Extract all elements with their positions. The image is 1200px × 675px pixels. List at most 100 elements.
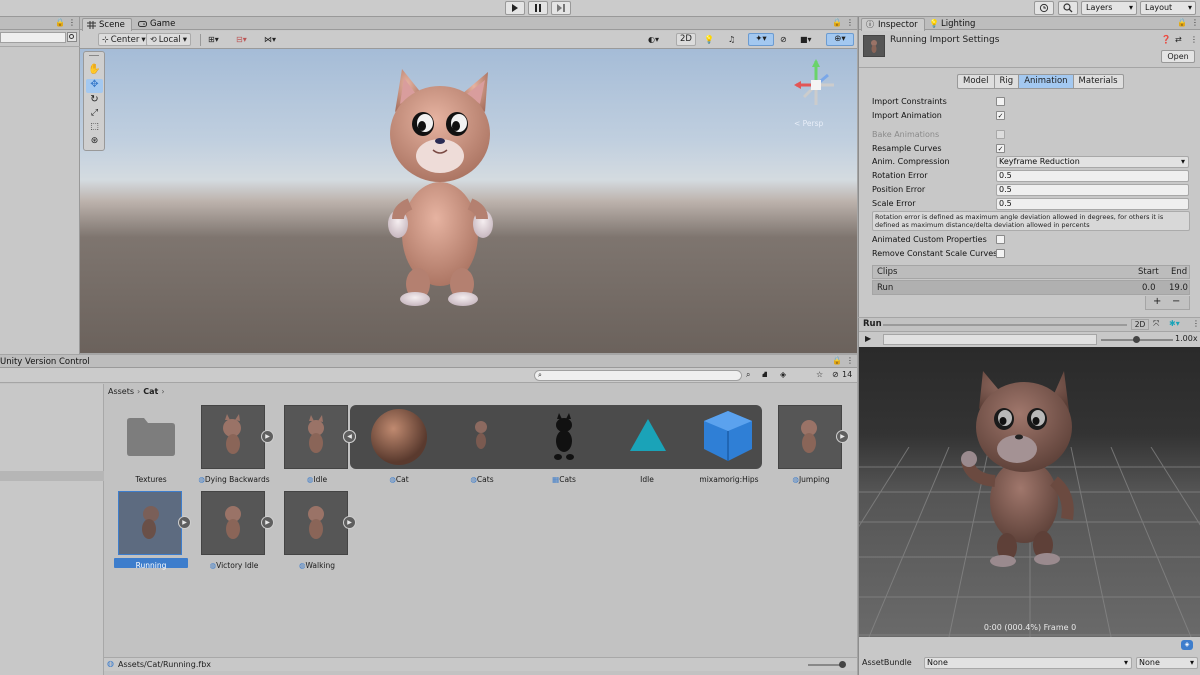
- asset-idle-clip[interactable]: Idle: [614, 405, 680, 489]
- tab-lighting[interactable]: 💡 Lighting: [925, 18, 981, 31]
- assetbundle-dropdown[interactable]: None ▾: [924, 657, 1132, 669]
- asset-mixamorig-hips[interactable]: mixamorig:Hips: [696, 405, 762, 489]
- asset-label-icon[interactable]: ◈: [1181, 640, 1193, 650]
- tag-icon[interactable]: ◈: [780, 369, 786, 381]
- anim-compression-dropdown[interactable]: Keyframe Reduction ▾: [996, 156, 1189, 168]
- preview-play-icon[interactable]: ▶: [865, 334, 871, 343]
- scene-visibility-icon[interactable]: ⊘: [780, 34, 787, 46]
- lock-icon[interactable]: 🔒: [832, 355, 842, 367]
- version-control-tab-label[interactable]: Unity Version Control: [0, 356, 90, 368]
- asset-jumping[interactable]: ▶ ◍Jumping: [778, 405, 849, 489]
- import-animation-checkbox[interactable]: ✓: [996, 111, 1005, 120]
- open-button[interactable]: Open: [1161, 50, 1195, 63]
- transform-tool-icon[interactable]: ⊛: [87, 136, 102, 150]
- subtab-rig[interactable]: Rig: [995, 75, 1020, 88]
- rotation-error-input[interactable]: 0.5: [996, 170, 1189, 182]
- asset-running[interactable]: ▶ Running: [114, 491, 191, 575]
- breadcrumb-assets[interactable]: Assets: [108, 387, 134, 396]
- hidden-packages-icon[interactable]: ⊘: [832, 369, 839, 381]
- asset-cats-avatar[interactable]: ▦Cats: [531, 405, 597, 489]
- expand-play-icon[interactable]: ▶: [343, 516, 356, 529]
- gizmos-toggle-button[interactable]: ⊕▾: [826, 33, 854, 46]
- breadcrumb-cat[interactable]: Cat: [143, 387, 158, 396]
- favorite-star-icon[interactable]: ☆: [816, 369, 823, 381]
- lock-icon[interactable]: 🔒: [832, 17, 842, 29]
- subtab-model[interactable]: Model: [958, 75, 995, 88]
- cat-character-model[interactable]: [370, 64, 510, 314]
- zoom-slider-thumb[interactable]: [839, 661, 846, 668]
- project-search-input[interactable]: ⌕: [534, 370, 742, 381]
- step-button[interactable]: [551, 1, 571, 15]
- preview-2d-button[interactable]: 2D: [1131, 319, 1149, 330]
- folder-tree[interactable]: [0, 384, 104, 675]
- space-dropdown[interactable]: ⟲ Local ▾: [146, 33, 192, 46]
- avatar-preview-icon[interactable]: ✱▾: [1169, 318, 1180, 330]
- pivot-toggle-icon[interactable]: ⤧: [1153, 318, 1159, 330]
- timeline-scrubber[interactable]: [883, 334, 1097, 345]
- search-by-type-icon[interactable]: ⌕: [746, 369, 750, 381]
- expand-play-icon[interactable]: ▶: [261, 430, 274, 443]
- more-menu-icon[interactable]: ⋮: [1191, 17, 1199, 29]
- animated-custom-checkbox[interactable]: [996, 235, 1005, 244]
- hierarchy-search-input[interactable]: [0, 32, 66, 43]
- subtab-animation[interactable]: Animation: [1019, 75, 1074, 88]
- tab-scene[interactable]: Scene: [82, 18, 132, 31]
- more-menu-icon[interactable]: ⋮: [846, 17, 854, 29]
- search-filter-icon[interactable]: [67, 32, 77, 43]
- move-tool-icon[interactable]: ✥: [86, 79, 103, 93]
- snap-increment-icon[interactable]: ⊟▾: [236, 34, 247, 46]
- import-constraints-checkbox[interactable]: [996, 97, 1005, 106]
- pivot-dropdown[interactable]: ⊹ Center ▾: [98, 33, 150, 46]
- expand-play-icon[interactable]: ▶: [836, 430, 849, 443]
- assetbundle-variant-dropdown[interactable]: None ▾: [1136, 657, 1198, 669]
- asset-dying-backwards[interactable]: ▶ ◍Dying Backwards: [198, 405, 274, 489]
- tab-game[interactable]: Game: [134, 18, 181, 31]
- asset-victory-idle[interactable]: ▶ ◍Victory Idle: [201, 491, 274, 575]
- more-menu-icon[interactable]: ⋮: [1190, 34, 1198, 46]
- scale-error-input[interactable]: 0.5: [996, 198, 1189, 210]
- camera-icon[interactable]: ■▾: [800, 34, 812, 46]
- tab-inspector[interactable]: ⓘ Inspector: [861, 18, 925, 31]
- toggle-2d-button[interactable]: 2D: [676, 33, 696, 46]
- hand-tool-icon[interactable]: ✋: [87, 64, 102, 78]
- audio-toggle-icon[interactable]: ♫: [728, 34, 735, 46]
- add-clip-button[interactable]: +: [1153, 296, 1161, 307]
- clip-row[interactable]: Run 0.0 19.0: [872, 280, 1190, 295]
- preset-icon[interactable]: ⇄: [1175, 34, 1182, 46]
- play-button[interactable]: [505, 1, 525, 15]
- remove-scale-checkbox[interactable]: [996, 249, 1005, 258]
- shading-mode-icon[interactable]: ◐▾: [648, 34, 659, 46]
- lock-icon[interactable]: 🔒: [55, 17, 65, 29]
- folder-tree-selected-row[interactable]: [0, 471, 104, 481]
- grid-snap-icon[interactable]: ⊞▾: [208, 34, 219, 46]
- subtab-materials[interactable]: Materials: [1074, 75, 1123, 88]
- search-button[interactable]: [1058, 1, 1078, 15]
- asset-idle[interactable]: ◀ ◍Idle: [284, 405, 356, 489]
- layout-dropdown[interactable]: Layout ▾: [1140, 1, 1196, 15]
- speed-slider-thumb[interactable]: [1133, 336, 1140, 343]
- lock-icon[interactable]: 🔒: [1177, 17, 1187, 29]
- scale-tool-icon[interactable]: ⤢: [87, 108, 102, 122]
- more-menu-icon[interactable]: ⋮: [846, 355, 854, 367]
- history-button[interactable]: [1034, 1, 1054, 15]
- more-menu-icon[interactable]: ⋮: [68, 17, 76, 29]
- asset-walking[interactable]: ▶ ◍Walking: [284, 491, 356, 575]
- asset-cat-material[interactable]: ◍Cat: [366, 405, 432, 489]
- expand-play-icon[interactable]: ▶: [261, 516, 274, 529]
- effects-toggle-button[interactable]: ✦▾: [748, 33, 774, 46]
- position-error-input[interactable]: 0.5: [996, 184, 1189, 196]
- lighting-toggle-icon[interactable]: 💡: [704, 34, 714, 46]
- rotate-tool-icon[interactable]: ↻: [87, 94, 102, 108]
- expand-play-icon[interactable]: ▶: [178, 516, 191, 529]
- pause-button[interactable]: [528, 1, 548, 15]
- search-by-label-icon[interactable]: ⛘: [762, 369, 768, 381]
- rect-tool-icon[interactable]: ⬚: [87, 122, 102, 136]
- help-icon[interactable]: ❓: [1161, 34, 1171, 46]
- align-icon[interactable]: ⋈▾: [264, 34, 276, 46]
- resample-curves-checkbox[interactable]: ✓: [996, 144, 1005, 153]
- scene-viewport[interactable]: ✋ ✥ ↻ ⤢ ⬚ ⊛ < Persp: [80, 49, 857, 353]
- preview-viewport[interactable]: 0:00 (000.4%) Frame 0: [859, 347, 1200, 637]
- orientation-gizmo[interactable]: < Persp: [786, 55, 846, 135]
- collapse-strip-icon[interactable]: ◀: [343, 430, 356, 443]
- remove-clip-button[interactable]: −: [1172, 296, 1180, 307]
